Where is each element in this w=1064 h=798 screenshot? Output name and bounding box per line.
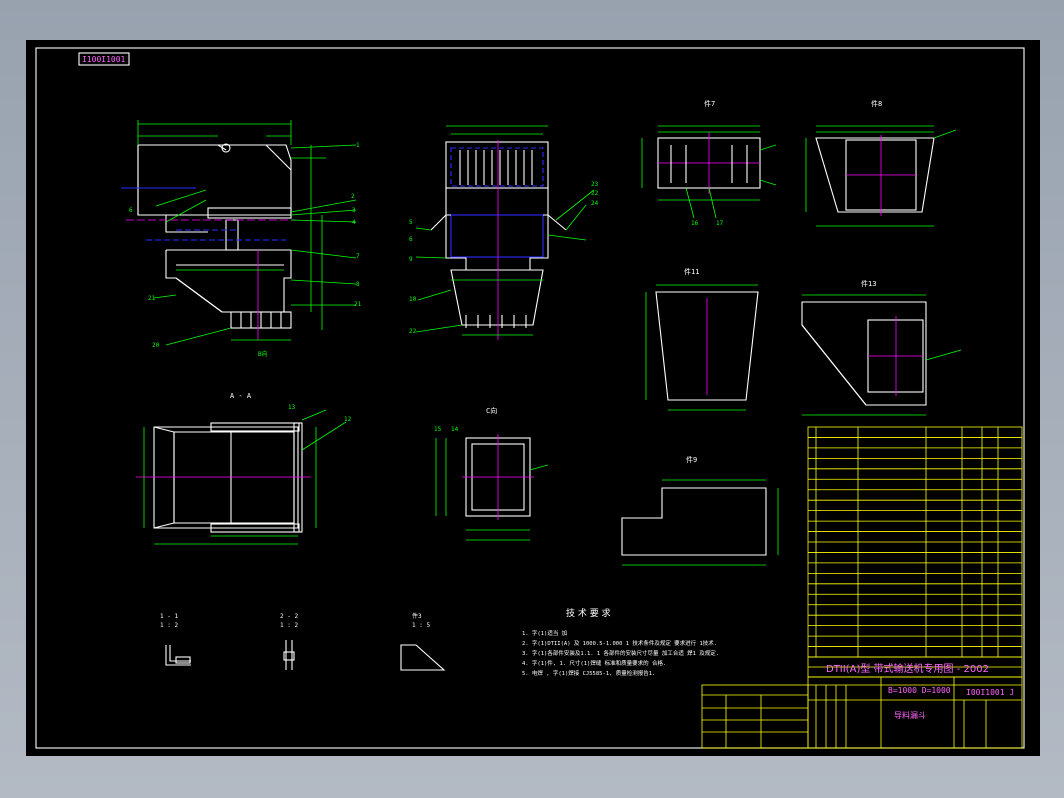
svg-text:16: 16 [691,220,699,227]
svg-text:9: 9 [409,256,413,263]
c-view-labels: 15 14 [434,426,459,433]
part9-title: 件9 [686,455,697,464]
section-22[interactable]: 2 - 2 1 : 2 [280,613,298,670]
section-11-title: 1 - 1 [160,613,178,620]
svg-text:3: 3 [352,207,356,214]
drawing-canvas[interactable]: I100I1001 1 2 3 4 7 8 21 6 21 20 B向 5 6 … [26,40,1040,756]
svg-text:14: 14 [451,426,459,433]
part3-section[interactable]: 件3 1 : 5 [400,612,446,671]
part13-title: 件13 [861,279,876,288]
part7-view[interactable]: 件7 [641,99,777,219]
part9-view[interactable]: 件9 [621,455,779,566]
part11-title: 件11 [684,267,699,276]
tech-note-4: 4. 字(1)件, 1. 尺寸(1)焊缝 标准和质量要求的 合格. [522,659,666,667]
part13-view[interactable]: 件13 [801,279,962,416]
svg-text:21: 21 [148,295,156,302]
part3-section-scale: 1 : 5 [412,622,430,629]
c-view-title: C向 [486,406,497,415]
part7-labels: 16 17 [691,220,724,227]
svg-text:23: 23 [591,181,599,188]
tech-heading: 技 术 要 求 [566,607,611,619]
tech-note-5: 5. 电焊 , 字(1)焊接 CJ5585-1, 质量检测报告1. [522,669,655,677]
section-aa-title: A - A [230,392,252,400]
part8-title: 件8 [871,99,882,108]
svg-text:24: 24 [591,200,599,207]
svg-text:1: 1 [356,142,360,149]
section-aa-view[interactable]: A - A [136,392,347,545]
drawing-number: I00I1001 J [966,688,1014,697]
svg-text:5: 5 [409,219,413,226]
svg-text:10: 10 [409,296,417,303]
svg-text:22: 22 [409,328,417,335]
part-name: 导料漏斗 [894,710,926,720]
technical-requirements: 技 术 要 求 1. 字(1)适当 加 2. 字(1)DTII(A) 及 100… [522,607,719,677]
code-box-text: I100I1001 [82,55,126,64]
part7-title: 件7 [704,99,715,108]
svg-text:4: 4 [352,219,356,226]
tech-note-1: 1. 字(1)适当 加 [522,629,567,637]
section-22-scale: 1 : 2 [280,622,298,629]
svg-text:17: 17 [716,220,724,227]
tech-note-2: 2. 字(1)DTII(A) 及 1000.5-1.000 1 技术条件及规定 … [522,639,717,647]
drawing-sheet[interactable]: I100I1001 1 2 3 4 7 8 21 6 21 20 B向 5 6 … [26,40,1040,756]
svg-text:8: 8 [356,281,360,288]
section-22-title: 2 - 2 [280,613,298,620]
cad-viewport[interactable]: I100I1001 1 2 3 4 7 8 21 6 21 20 B向 5 6 … [0,0,1064,798]
main-side-view[interactable] [121,120,357,346]
svg-text:13: 13 [288,404,296,411]
svg-text:B向: B向 [258,350,268,358]
svg-text:20: 20 [152,342,160,349]
front-view[interactable] [415,125,595,340]
svg-text:2: 2 [351,193,355,200]
part3-section-title: 件3 [412,612,422,620]
tech-note-3: 3. 字(1)各部件安装及1.1. 1 各部件的安装尺寸尽量 加工合适 焊1 及… [522,649,719,657]
drawing-title: DTII(A)型 带式输送机专用图 - 2002 [826,662,989,675]
part11-view[interactable]: 件11 [645,267,759,411]
svg-text:6: 6 [129,207,133,214]
svg-text:22: 22 [591,190,599,197]
svg-text:7: 7 [356,253,360,260]
svg-text:12: 12 [344,416,352,423]
section-11-scale: 1 : 2 [160,622,178,629]
bill-of-materials[interactable] [807,426,1023,658]
section-11[interactable]: 1 - 1 1 : 2 [160,613,191,666]
drawing-spec: B=1000 D=1000 [888,686,951,695]
svg-text:6: 6 [409,236,413,243]
title-block[interactable]: DTII(A)型 带式输送机专用图 - 2002 B=1000 D=1000 I… [701,656,1023,749]
part8-view[interactable]: 件8 [805,99,957,227]
svg-text:21: 21 [354,301,362,308]
svg-text:15: 15 [434,426,442,433]
section-aa-labels: 13 12 [288,404,352,423]
